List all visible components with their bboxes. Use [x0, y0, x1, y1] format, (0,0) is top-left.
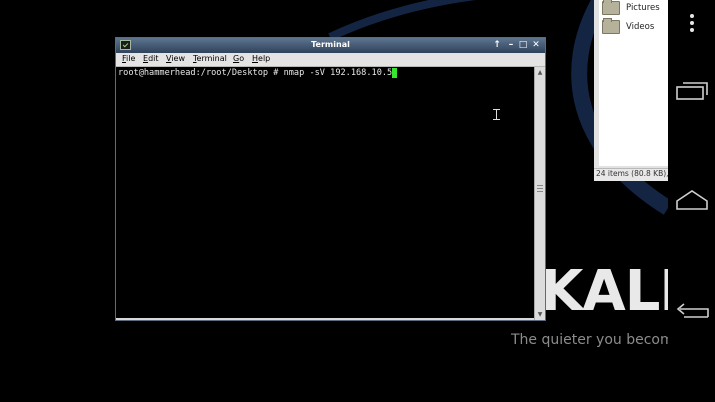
command-text: nmap -sV 192.168.10.5	[283, 68, 393, 78]
close-button[interactable]: ✕	[530, 39, 542, 51]
home-button[interactable]	[668, 187, 715, 213]
file-item-pictures[interactable]: Pictures	[602, 0, 660, 16]
menu-view[interactable]: View	[166, 54, 185, 63]
terminal-screen[interactable]: root@hammerhead:/root/Desktop # nmap -sV…	[116, 67, 534, 319]
menu-file[interactable]: File	[122, 54, 135, 63]
desktop: Pictures Videos 24 items (80.8 KB), KALI…	[0, 0, 668, 402]
folder-icon	[602, 0, 620, 15]
command-line: root@hammerhead:/root/Desktop # nmap -sV…	[118, 68, 398, 78]
vertical-scrollbar[interactable]: ▲ ▼	[534, 67, 545, 320]
terminal-window[interactable]: Terminal ↑ – □ ✕ File Edit View Terminal…	[115, 37, 546, 321]
text-cursor	[392, 68, 398, 78]
file-item-label: Videos	[626, 22, 655, 32]
kali-logo: KALI	[540, 259, 668, 324]
window-bottom-border	[116, 318, 534, 320]
text-cursor-pointer-icon	[493, 109, 500, 120]
file-item-videos[interactable]: Videos	[602, 18, 655, 35]
scroll-up-arrow-icon[interactable]: ▲	[536, 68, 544, 77]
scroll-grip[interactable]	[537, 185, 543, 193]
window-title: Terminal	[311, 40, 350, 49]
always-on-top-button[interactable]: ↑	[491, 39, 503, 51]
back-icon	[676, 303, 709, 318]
kali-tagline: The quieter you become.	[511, 332, 668, 348]
file-item-label: Pictures	[626, 3, 660, 13]
back-button[interactable]	[668, 300, 715, 324]
folder-icon	[602, 18, 620, 34]
file-manager-window: Pictures Videos 24 items (80.8 KB),	[594, 0, 668, 181]
menu-go[interactable]: Go	[233, 54, 244, 63]
home-icon	[675, 190, 708, 210]
shell-prompt: root@hammerhead:/root/Desktop #	[118, 68, 284, 78]
status-bar: 24 items (80.8 KB),	[594, 168, 668, 181]
menu-help[interactable]: Help	[252, 54, 270, 63]
overflow-menu-button[interactable]	[668, 10, 715, 36]
menu-edit[interactable]: Edit	[143, 54, 159, 63]
scroll-down-arrow-icon[interactable]: ▼	[536, 310, 544, 319]
title-bar[interactable]: Terminal ↑ – □ ✕	[116, 38, 545, 53]
android-navigation-bar	[668, 0, 715, 402]
menu-bar: File Edit View Terminal Go Help	[116, 53, 545, 67]
minimize-button[interactable]: –	[505, 39, 517, 51]
maximize-button[interactable]: □	[517, 39, 529, 51]
menu-terminal[interactable]: Terminal	[193, 54, 227, 63]
recent-apps-button[interactable]	[668, 78, 715, 104]
recent-apps-icon	[675, 82, 708, 100]
overflow-menu-icon	[689, 14, 694, 32]
